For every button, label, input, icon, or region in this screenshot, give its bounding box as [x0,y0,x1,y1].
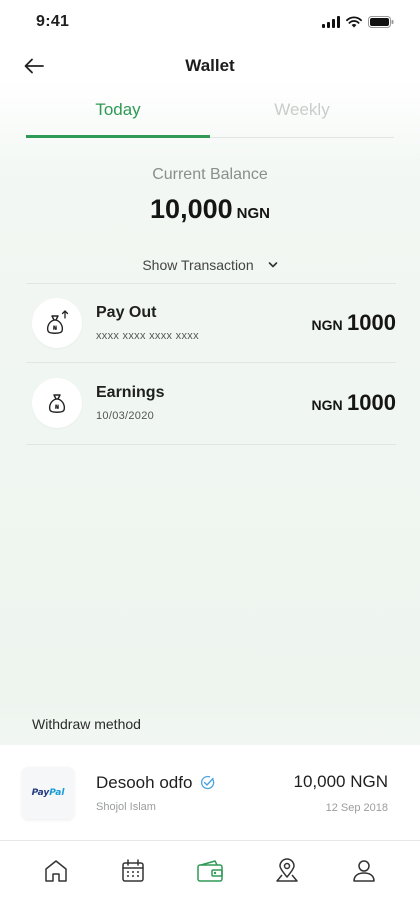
tx-amount: NGN 1000 [311,390,396,416]
tab-weekly[interactable]: Weekly [210,92,394,137]
status-icons [322,16,394,28]
page-title: Wallet [185,56,235,75]
back-button[interactable] [20,54,48,78]
svg-text:₦: ₦ [55,404,60,411]
nav-wallet[interactable] [188,849,232,893]
divider [26,362,396,363]
withdraw-amount: 10,000 NGN [293,771,389,791]
balance-label: Current Balance [152,166,268,183]
nav-map[interactable] [265,849,309,893]
divider [26,444,396,445]
paypal-logo: PayPal [22,766,74,819]
transaction-row-earnings[interactable]: ₦ Earnings 10/03/2020 NGN 1000 [26,364,396,442]
tx-currency: NGN [311,317,343,333]
withdraw-name-row: Desooh odfo [96,773,294,793]
signal-icon [322,16,340,28]
transaction-row-payout[interactable]: ₦ Pay Out xxxx xxxx xxxx xxxx NGN 1000 [26,284,396,362]
withdraw-method-label: Withdraw method [32,716,141,732]
tx-subtitle: xxxx xxxx xxxx xxxx [96,330,199,342]
user-icon [352,859,375,882]
status-time: 9:41 [36,13,70,30]
verified-check-icon [201,775,215,790]
tx-icon-wrapper: ₦ [32,378,82,428]
battery-icon [368,16,394,28]
arrow-left-icon [24,58,44,74]
wallet-screen: 9:41 Wallet Today Weekly Current Balance… [0,0,420,900]
withdraw-account-name: Desooh odfo [96,772,193,792]
wallet-icon [197,859,223,882]
tx-text: Pay Out xxxx xxxx xxxx xxxx [96,304,311,342]
money-bag-icon: ₦ [48,394,66,413]
show-transaction-toggle[interactable]: Show Transaction [0,254,420,276]
bottom-nav [0,840,420,900]
balance-currency: NGN [236,205,270,222]
balance-value: 10,000 NGN [0,194,420,225]
tx-value: 1000 [347,310,396,335]
paypal-logo-text-pay: Pay [31,787,50,798]
withdraw-info: Desooh odfo Shojol Islam [96,773,294,813]
calendar-icon [122,858,144,882]
tx-amount: NGN 1000 [311,310,396,336]
tx-title: Earnings [96,384,165,401]
tx-value: 1000 [347,390,396,415]
withdraw-date: 12 Sep 2018 [325,801,388,814]
nav-calendar[interactable] [111,849,155,893]
nav-profile[interactable] [342,849,386,893]
status-bar: 9:41 [0,0,420,44]
tx-subtitle: 10/03/2020 [96,410,155,422]
balance-amount: 10,000 [150,194,233,224]
withdraw-method-card[interactable]: PayPal Desooh odfo Shojol Islam 10,000 N… [0,745,420,840]
tab-today[interactable]: Today [26,92,210,138]
withdraw-amount-block: 10,000 NGN 12 Sep 2018 [294,772,389,814]
tx-title: Pay Out [96,304,157,321]
tx-icon-wrapper: ₦ [32,298,82,348]
map-pin-icon [276,857,298,882]
show-transaction-label: Show Transaction [142,257,254,273]
money-bag-out-icon: ₦ [46,310,69,334]
withdraw-account-user: Shojol Islam [96,800,156,813]
paypal-logo-text-pal: Pal [49,787,65,798]
period-tabs: Today Weekly [26,92,394,138]
nav-home[interactable] [34,849,78,893]
home-icon [45,859,68,882]
svg-text:₦: ₦ [53,325,58,332]
tx-text: Earnings 10/03/2020 [96,384,311,422]
header: Wallet [0,46,420,86]
wifi-icon [346,16,362,28]
chevron-down-icon [268,262,277,268]
tx-currency: NGN [311,397,343,413]
